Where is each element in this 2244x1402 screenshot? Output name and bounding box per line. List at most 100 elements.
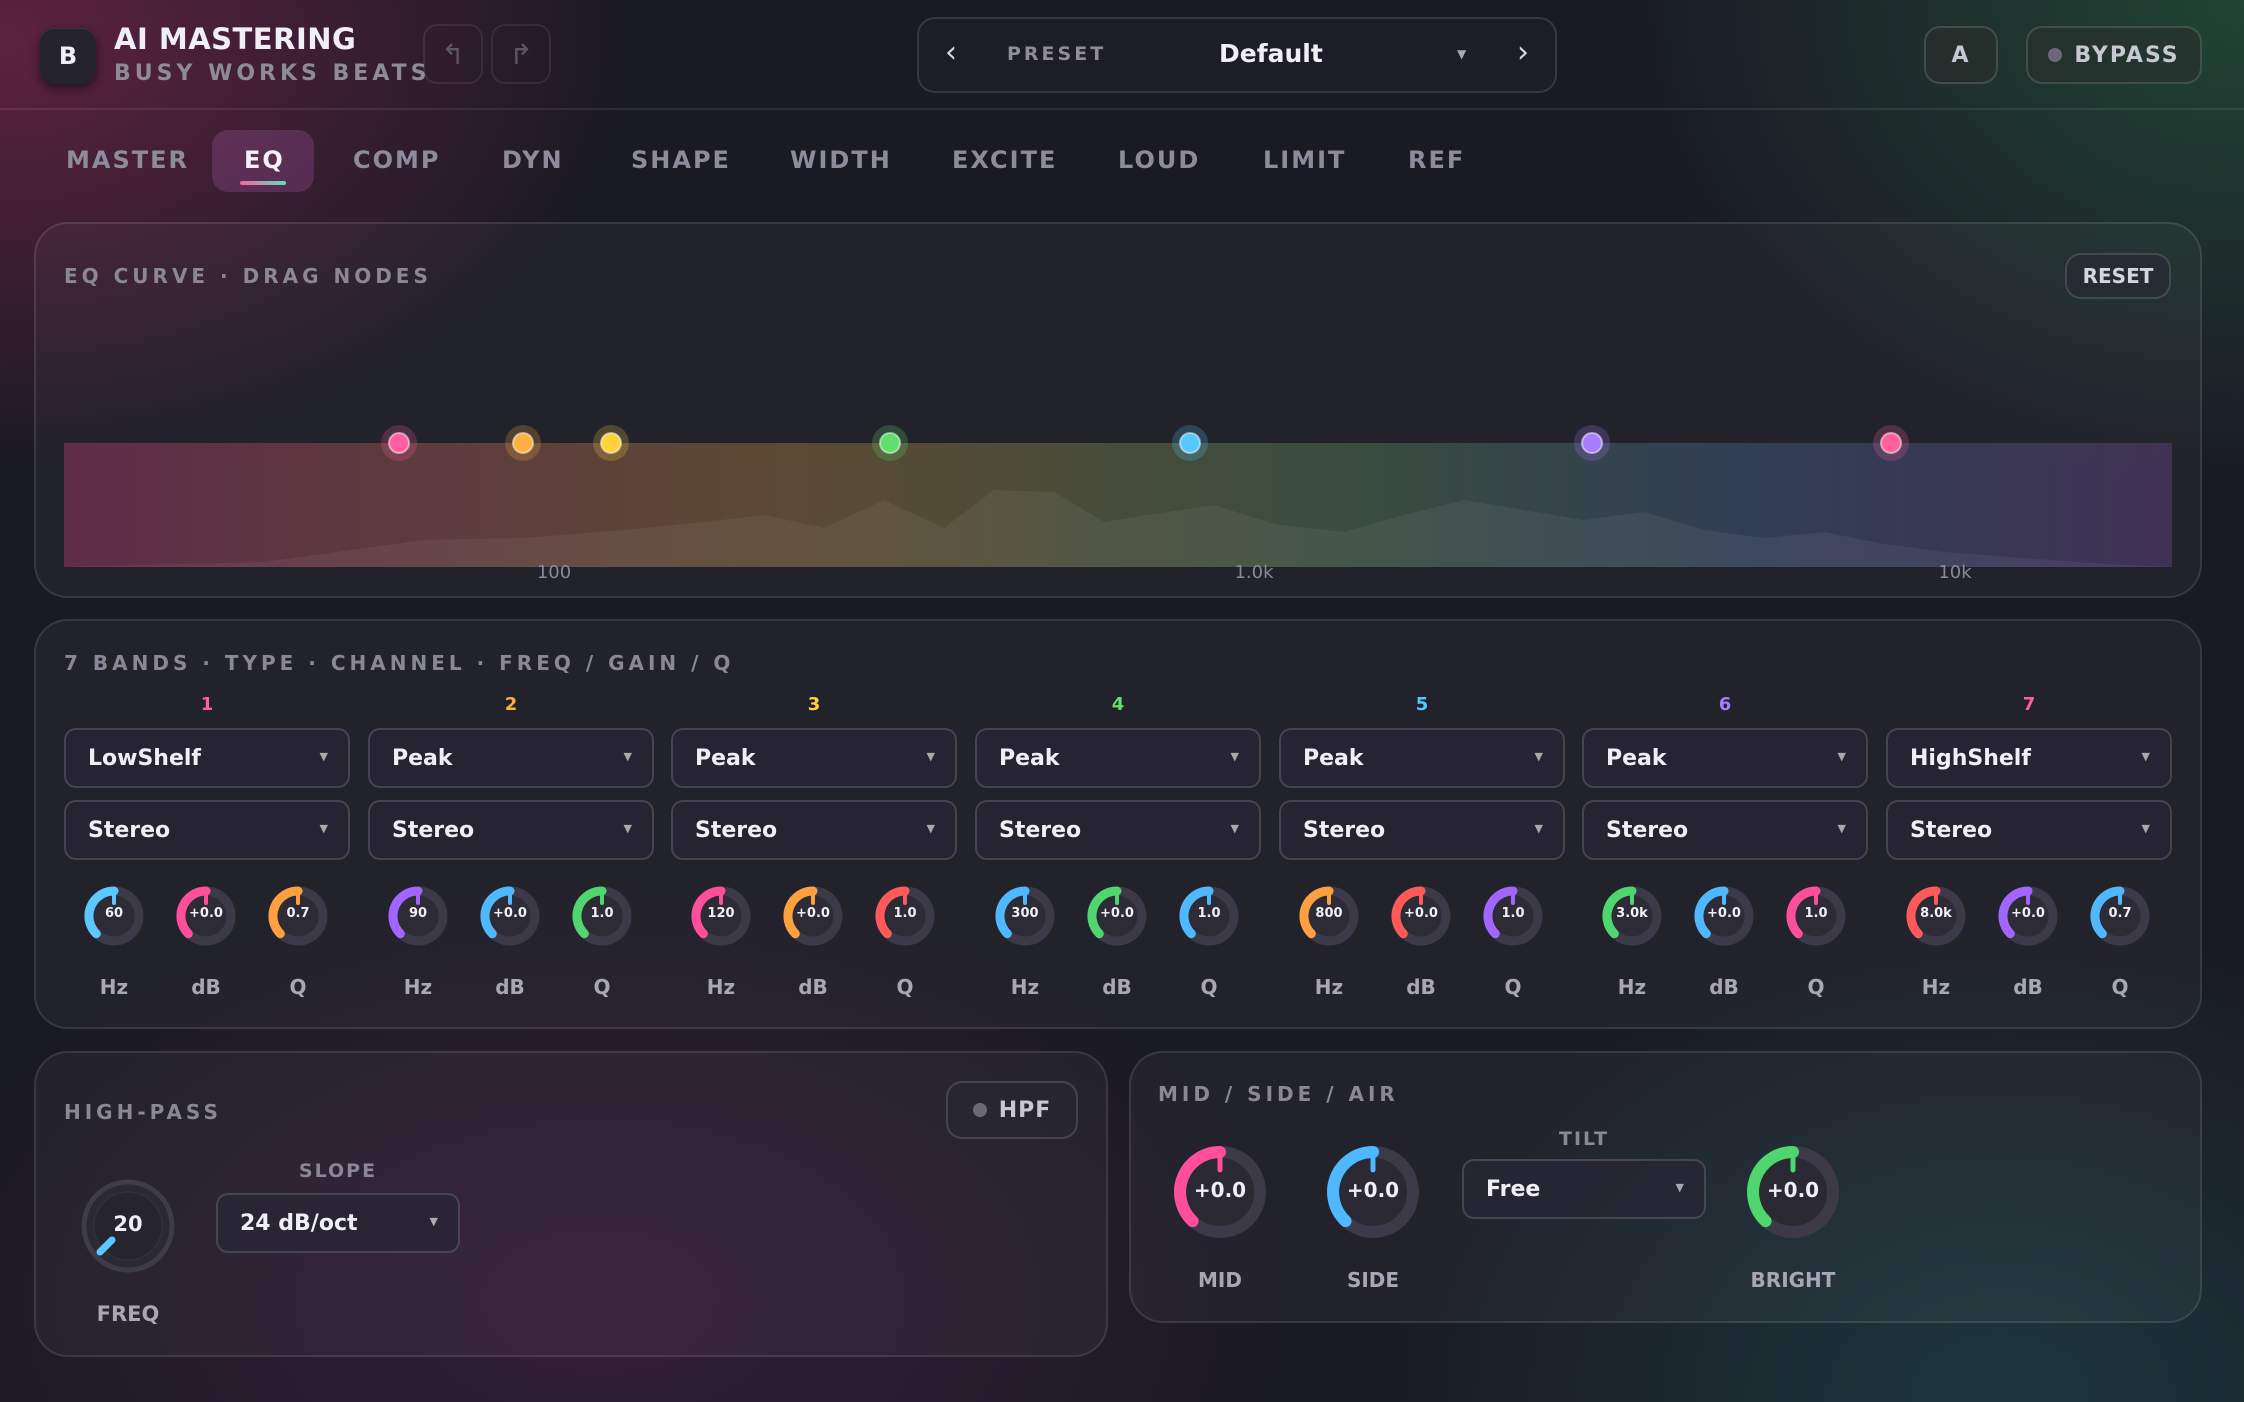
knob-label: dB xyxy=(191,975,221,999)
slope-label: SLOPE xyxy=(298,1160,378,1182)
eq-node-6[interactable] xyxy=(1574,425,1610,461)
tab-excite[interactable]: EXCITE xyxy=(952,146,1057,174)
knob-label: dB xyxy=(1406,975,1436,999)
band-type-dropdown[interactable]: Peak ▼ xyxy=(1582,728,1868,788)
bright-value: +0.0 xyxy=(1766,1178,1820,1202)
band-gain-value: +0.0 xyxy=(189,906,223,921)
knob-label: Hz xyxy=(403,975,433,999)
eq-node-1[interactable] xyxy=(381,425,417,461)
tab-master[interactable]: MASTER xyxy=(66,146,189,174)
chevron-down-icon: ▼ xyxy=(1230,750,1239,763)
preset-value[interactable]: Default xyxy=(1219,39,1323,68)
tab-eq[interactable]: EQ xyxy=(244,146,285,174)
hpf-freq-label: FREQ xyxy=(96,1302,160,1326)
band-gain-value: +0.0 xyxy=(2011,906,2045,921)
tilt-dropdown[interactable]: Free ▼ xyxy=(1462,1159,1706,1219)
knob-label: dB xyxy=(798,975,828,999)
eq-curve-graph[interactable]: 100 1.0k 10k xyxy=(64,300,2172,590)
tab-width[interactable]: WIDTH xyxy=(790,146,892,174)
app-title: AI MASTERING xyxy=(114,22,357,56)
band-type-dropdown[interactable]: Peak ▼ xyxy=(975,728,1261,788)
hpf-freq-value: 20 xyxy=(113,1212,143,1236)
band-freq-value: 90 xyxy=(408,906,428,921)
tab-ref[interactable]: REF xyxy=(1408,146,1465,174)
band-type-dropdown[interactable]: HighShelf ▼ xyxy=(1886,728,2172,788)
band-q-value: 1.0 xyxy=(1804,906,1828,921)
hpf-indicator-icon xyxy=(972,1103,987,1117)
mid-value: +0.0 xyxy=(1193,1178,1247,1202)
band-number: 6 xyxy=(1718,694,1732,715)
chevron-down-icon: ▼ xyxy=(1230,822,1239,835)
band-type-dropdown[interactable]: LowShelf ▼ xyxy=(64,728,350,788)
knob-label: Hz xyxy=(706,975,736,999)
chevron-down-icon: ▼ xyxy=(1534,750,1543,763)
chevron-down-icon: ▼ xyxy=(2141,822,2150,835)
eq-curve-title: EQ CURVE · DRAG NODES xyxy=(64,264,432,288)
band-number: 5 xyxy=(1415,694,1429,715)
slope-dropdown[interactable]: 24 dB/oct ▼ xyxy=(216,1193,460,1253)
tilt-label: TILT xyxy=(1559,1128,1609,1150)
highpass-title: HIGH-PASS xyxy=(64,1100,222,1124)
chevron-down-icon: ▼ xyxy=(623,822,632,835)
band-type-dropdown[interactable]: Peak ▼ xyxy=(368,728,654,788)
band-channel-dropdown[interactable]: Stereo ▼ xyxy=(1582,800,1868,860)
side-label: SIDE xyxy=(1346,1268,1400,1292)
eq-node-4[interactable] xyxy=(872,425,908,461)
chevron-down-icon: ▼ xyxy=(319,822,328,835)
band-type-dropdown[interactable]: Peak ▼ xyxy=(671,728,957,788)
band-channel-dropdown[interactable]: Stereo ▼ xyxy=(671,800,957,860)
knob-label: dB xyxy=(1102,975,1132,999)
tab-shape[interactable]: SHAPE xyxy=(631,146,731,174)
active-tab-underline xyxy=(240,181,286,185)
knob-label: dB xyxy=(495,975,525,999)
knob-label: Hz xyxy=(1617,975,1647,999)
knob-label: dB xyxy=(1709,975,1739,999)
band-channel-dropdown[interactable]: Stereo ▼ xyxy=(1279,800,1565,860)
eq-reset-button[interactable]: RESET xyxy=(2065,253,2171,299)
chevron-down-icon: ▼ xyxy=(926,822,935,835)
band-freq-value: 300 xyxy=(1011,906,1039,921)
band-channel-dropdown[interactable]: Stereo ▼ xyxy=(1886,800,2172,860)
redo-button[interactable]: ↱ xyxy=(491,24,551,84)
tab-dyn[interactable]: DYN xyxy=(502,146,564,174)
preset-next-button[interactable]: › xyxy=(1517,35,1529,70)
axis-label: 1.0k xyxy=(1234,562,1274,583)
band-q-value: 1.0 xyxy=(590,906,614,921)
band-channel-dropdown[interactable]: Stereo ▼ xyxy=(368,800,654,860)
band-number: 3 xyxy=(807,694,821,715)
eq-node-3[interactable] xyxy=(593,425,629,461)
knob-label: Hz xyxy=(1314,975,1344,999)
bypass-button[interactable]: BYPASS xyxy=(2026,26,2202,84)
knob-label: Hz xyxy=(99,975,129,999)
band-channel-dropdown[interactable]: Stereo ▼ xyxy=(975,800,1261,860)
knob-label: dB xyxy=(2013,975,2043,999)
knob-label: Q xyxy=(593,975,611,999)
midside-title: MID / SIDE / AIR xyxy=(1158,1082,1399,1106)
axis-label: 100 xyxy=(537,562,571,583)
band-number: 7 xyxy=(2022,694,2036,715)
band-freq-value: 120 xyxy=(707,906,735,921)
band-gain-value: +0.0 xyxy=(1404,906,1438,921)
bands-panel-title: 7 BANDS · TYPE · CHANNEL · FREQ / GAIN /… xyxy=(64,651,735,675)
tab-comp[interactable]: COMP xyxy=(353,146,441,174)
eq-node-2[interactable] xyxy=(505,425,541,461)
bright-label: BRIGHT xyxy=(1750,1268,1836,1292)
band-type-dropdown[interactable]: Peak ▼ xyxy=(1279,728,1565,788)
band-number: 1 xyxy=(200,694,214,715)
preset-prev-button[interactable]: ‹ xyxy=(945,35,957,70)
tab-limit[interactable]: LIMIT xyxy=(1263,146,1346,174)
tab-loud[interactable]: LOUD xyxy=(1118,146,1200,174)
chevron-down-icon: ▼ xyxy=(623,750,632,763)
redo-icon: ↱ xyxy=(509,37,533,71)
knob-label: Q xyxy=(1807,975,1825,999)
band-q-value: 0.7 xyxy=(2108,906,2132,921)
knob-label: Hz xyxy=(1921,975,1951,999)
eq-node-7[interactable] xyxy=(1873,425,1909,461)
eq-node-5[interactable] xyxy=(1172,425,1208,461)
side-value: +0.0 xyxy=(1346,1178,1400,1202)
chevron-down-icon[interactable]: ▼ xyxy=(1457,47,1466,61)
hpf-toggle-button[interactable]: HPF xyxy=(946,1081,1078,1139)
band-channel-dropdown[interactable]: Stereo ▼ xyxy=(64,800,350,860)
undo-button[interactable]: ↰ xyxy=(423,24,483,84)
ab-compare-button[interactable]: A xyxy=(1924,26,1998,84)
